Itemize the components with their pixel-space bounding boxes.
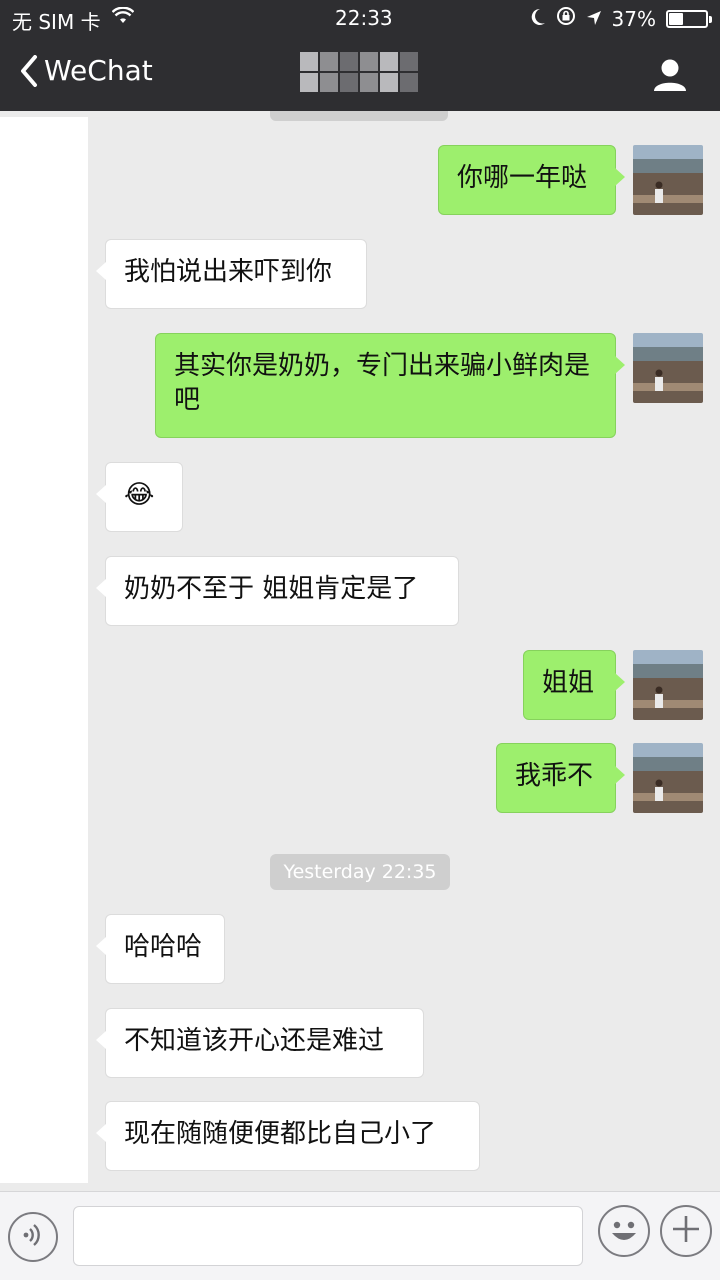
my-avatar[interactable] <box>633 743 703 813</box>
emoji-button[interactable] <box>598 1205 650 1257</box>
input-bar <box>0 1191 720 1280</box>
carrier-label: 无 SIM 卡 <box>12 10 101 34</box>
status-time: 22:33 <box>335 6 393 30</box>
message-bubble-incoming[interactable]: 哈哈哈 <box>96 914 225 984</box>
message-input[interactable] <box>73 1206 583 1266</box>
message-bubble-incoming[interactable]: 奶奶不至于 姐姐肯定是了 <box>96 556 459 626</box>
wifi-icon <box>111 6 135 30</box>
contact-name-pixelated <box>300 52 418 92</box>
plus-icon <box>671 1214 701 1248</box>
battery-percent: 37% <box>611 6 656 31</box>
status-bar: 无 SIM 卡 22:33 37% <box>0 0 720 38</box>
chevron-left-icon <box>20 54 38 87</box>
chat-area[interactable]: 你哪一年哒 我怕说出来吓到你 其实你是奶奶，专门出来骗小鲜肉是吧 😂 奶奶不至于… <box>0 111 720 1191</box>
battery-icon <box>666 9 712 28</box>
my-avatar[interactable] <box>633 650 703 720</box>
message-bubble-incoming-emoji[interactable]: 😂 <box>96 462 183 532</box>
voice-button[interactable] <box>8 1212 58 1262</box>
left-panel <box>0 117 88 1183</box>
battery-fill <box>669 12 684 25</box>
timestamp-clipped <box>270 111 448 121</box>
my-avatar[interactable] <box>633 145 703 215</box>
moon-icon <box>530 7 546 31</box>
navigation-bar: WeChat <box>0 40 720 110</box>
contact-profile-button[interactable] <box>652 58 688 96</box>
back-label: WeChat <box>44 54 153 87</box>
top-bar: 无 SIM 卡 22:33 37% WeChat <box>0 0 720 111</box>
timestamp-label: Yesterday 22:35 <box>270 854 450 890</box>
message-bubble-incoming[interactable]: 我怕说出来吓到你 <box>96 239 367 309</box>
message-bubble-incoming[interactable]: 不知道该开心还是难过 <box>96 1008 424 1078</box>
rotation-lock-icon <box>556 6 576 31</box>
my-avatar[interactable] <box>633 333 703 403</box>
message-bubble-outgoing[interactable]: 姐姐 <box>523 650 625 720</box>
voice-icon <box>21 1222 45 1252</box>
person-icon <box>652 59 688 96</box>
message-bubble-incoming[interactable]: 现在随随便便都比自己小了 <box>96 1101 480 1171</box>
more-button[interactable] <box>660 1205 712 1257</box>
emoji-icon <box>600 1221 648 1259</box>
back-button[interactable]: WeChat <box>20 54 153 87</box>
message-bubble-outgoing[interactable]: 其实你是奶奶，专门出来骗小鲜肉是吧 <box>155 333 625 438</box>
message-bubble-outgoing[interactable]: 我乖不 <box>496 743 625 813</box>
message-bubble-outgoing[interactable]: 你哪一年哒 <box>438 145 625 215</box>
location-arrow-icon <box>586 7 602 31</box>
